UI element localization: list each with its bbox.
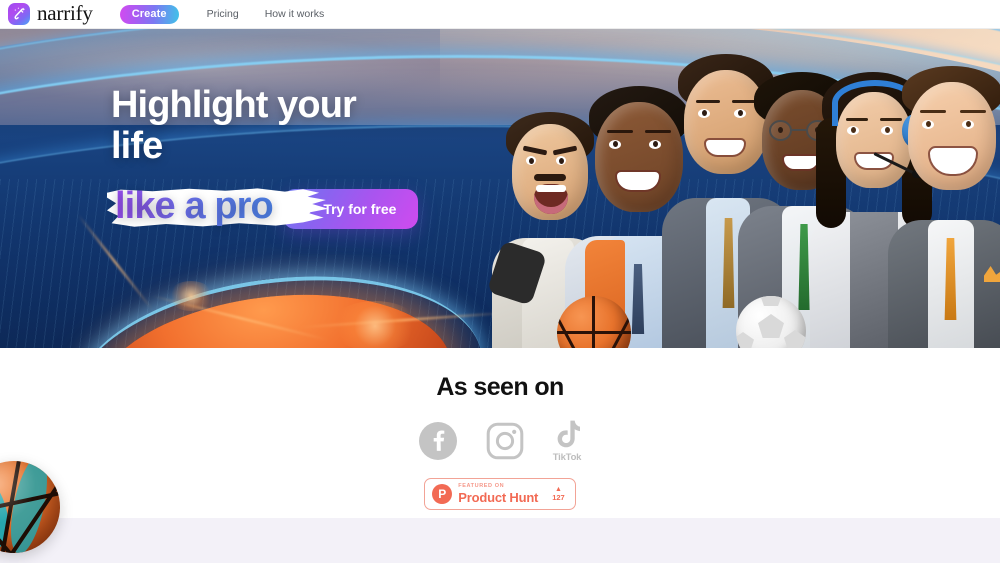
hero-section: Highlight your life like a pro Try for f… (0, 29, 1000, 348)
commentator-characters (470, 29, 1000, 348)
product-hunt-upvote[interactable]: ▲ 127 (548, 486, 565, 502)
instagram-icon (486, 422, 524, 460)
hero-copy: Highlight your life like a pro Try for f… (107, 84, 419, 229)
hero-headline-line-2: life (111, 125, 163, 167)
product-hunt-featured-label: FEATURED ON (458, 483, 505, 490)
header-nav: Create Pricing How it works (119, 4, 325, 24)
next-section-band (0, 518, 1000, 563)
sparkle-wand-icon[interactable] (8, 3, 30, 25)
upvote-caret-icon: ▲ (554, 486, 562, 494)
product-hunt-left: P FEATURED ON Product Hunt (432, 484, 538, 504)
tiktok-logo[interactable]: TikTok (552, 420, 582, 463)
product-hunt-icon: P (432, 484, 453, 504)
nav-link-how-it-works[interactable]: How it works (265, 8, 325, 20)
landing-page: narrify Create Pricing How it works High… (0, 0, 1000, 563)
hero-headline-line-1: Highlight your (111, 84, 357, 126)
facebook-icon (418, 422, 457, 460)
character-laughing-anchor (888, 48, 1000, 348)
upvote-count: 127 (552, 493, 565, 503)
product-hunt-badge[interactable]: P FEATURED ON Product Hunt ▲ 127 (424, 478, 576, 510)
tiktok-icon (553, 420, 581, 450)
moustache (534, 174, 566, 181)
hero-headline-highlight-text: like a pro (115, 185, 274, 227)
nav-link-pricing[interactable]: Pricing (207, 8, 239, 20)
as-seen-on-title: As seen on (436, 373, 564, 401)
facebook-logo[interactable] (418, 422, 457, 460)
try-for-free-label: Try for free (323, 201, 397, 217)
site-header: narrify Create Pricing How it works (0, 0, 1000, 29)
brand-wordmark[interactable]: narrify (37, 2, 93, 24)
product-hunt-name: Product Hunt (458, 489, 539, 505)
product-hunt-text: FEATURED ON Product Hunt (458, 484, 538, 504)
create-button[interactable]: Create (119, 4, 179, 24)
lens-flare (330, 301, 420, 348)
instagram-logo[interactable] (486, 422, 524, 460)
hero-headline-highlight: like a pro (107, 185, 329, 227)
tiktok-label: TikTok (552, 451, 582, 463)
social-logos-row: TikTok (0, 420, 1000, 463)
as-seen-on-section: As seen on TikTok P FEATURED ON Product … (0, 348, 1000, 518)
lens-flare (168, 281, 214, 311)
